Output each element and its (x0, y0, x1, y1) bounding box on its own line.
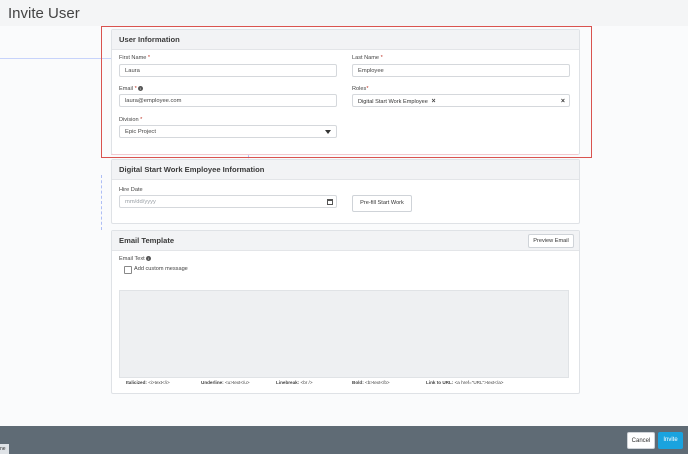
user-information-panel: User Information First Name * Laura Last… (111, 29, 580, 155)
info-icon: i (146, 256, 152, 262)
guide-line (111, 154, 578, 155)
preview-email-button[interactable]: Preview Email (528, 234, 574, 248)
panel-header: Digital Start Work Employee Information (112, 160, 579, 180)
hint-italicized: Italicized: <i>text</i> (126, 380, 170, 385)
panel-title: Email Template (119, 236, 175, 245)
panel-header: User Information (112, 30, 579, 50)
email-text-area[interactable] (119, 290, 569, 378)
division-label: Division * (119, 117, 143, 123)
dsw-information-panel: Digital Start Work Employee Information … (111, 159, 580, 224)
remove-role-icon[interactable]: × (431, 98, 435, 105)
hint-linebreak: Linebreak: <br /> (276, 380, 313, 385)
chevron-down-icon (325, 130, 331, 134)
last-name-label: Last Name * (352, 55, 383, 61)
prefill-start-work-button[interactable]: Pre-fill Start Work (352, 195, 412, 212)
clear-roles-icon[interactable]: × (561, 95, 565, 108)
top-bar: Invite User (0, 0, 688, 26)
division-select[interactable]: Epic Project (119, 125, 337, 138)
footer-bar (0, 426, 688, 454)
corner-tag: ne (0, 444, 9, 454)
email-template-panel: Email Template Preview Email Email Text … (111, 230, 580, 394)
first-name-field[interactable]: Laura (119, 64, 337, 77)
info-icon: i (138, 86, 144, 92)
division-value: Epic Project (125, 129, 156, 135)
email-text-label: Email Text i (119, 256, 152, 262)
roles-field[interactable]: Digital Start Work Employee × × (352, 94, 570, 107)
email-field[interactable]: laura@employee.com (119, 94, 337, 107)
hire-date-placeholder: mm/dd/yyyy (125, 199, 156, 205)
calendar-icon[interactable] (327, 199, 333, 205)
panel-header: Email Template Preview Email (112, 231, 579, 251)
page-title: Invite User (8, 5, 80, 22)
first-name-label: First Name * (119, 55, 151, 61)
hint-bold: Bold: <b>text</b> (352, 380, 390, 385)
role-chip: Digital Start Work Employee (358, 99, 428, 105)
email-label: Email * i (119, 86, 144, 92)
hint-underline: Underline: <u>text</u> (201, 380, 250, 385)
custom-message-checkbox[interactable] (124, 266, 132, 274)
roles-label: Roles* (352, 86, 369, 92)
cancel-button[interactable]: Cancel (627, 432, 655, 449)
invite-button[interactable]: Invite (658, 432, 683, 449)
hire-date-field[interactable]: mm/dd/yyyy (119, 195, 337, 208)
custom-message-label: Add custom message (134, 266, 188, 272)
hire-date-label: Hire Date (119, 187, 143, 193)
hint-link: Link to URL: <a href="URL">text</a> (426, 380, 504, 385)
last-name-field[interactable]: Employee (352, 64, 570, 77)
guide-line (101, 175, 102, 230)
